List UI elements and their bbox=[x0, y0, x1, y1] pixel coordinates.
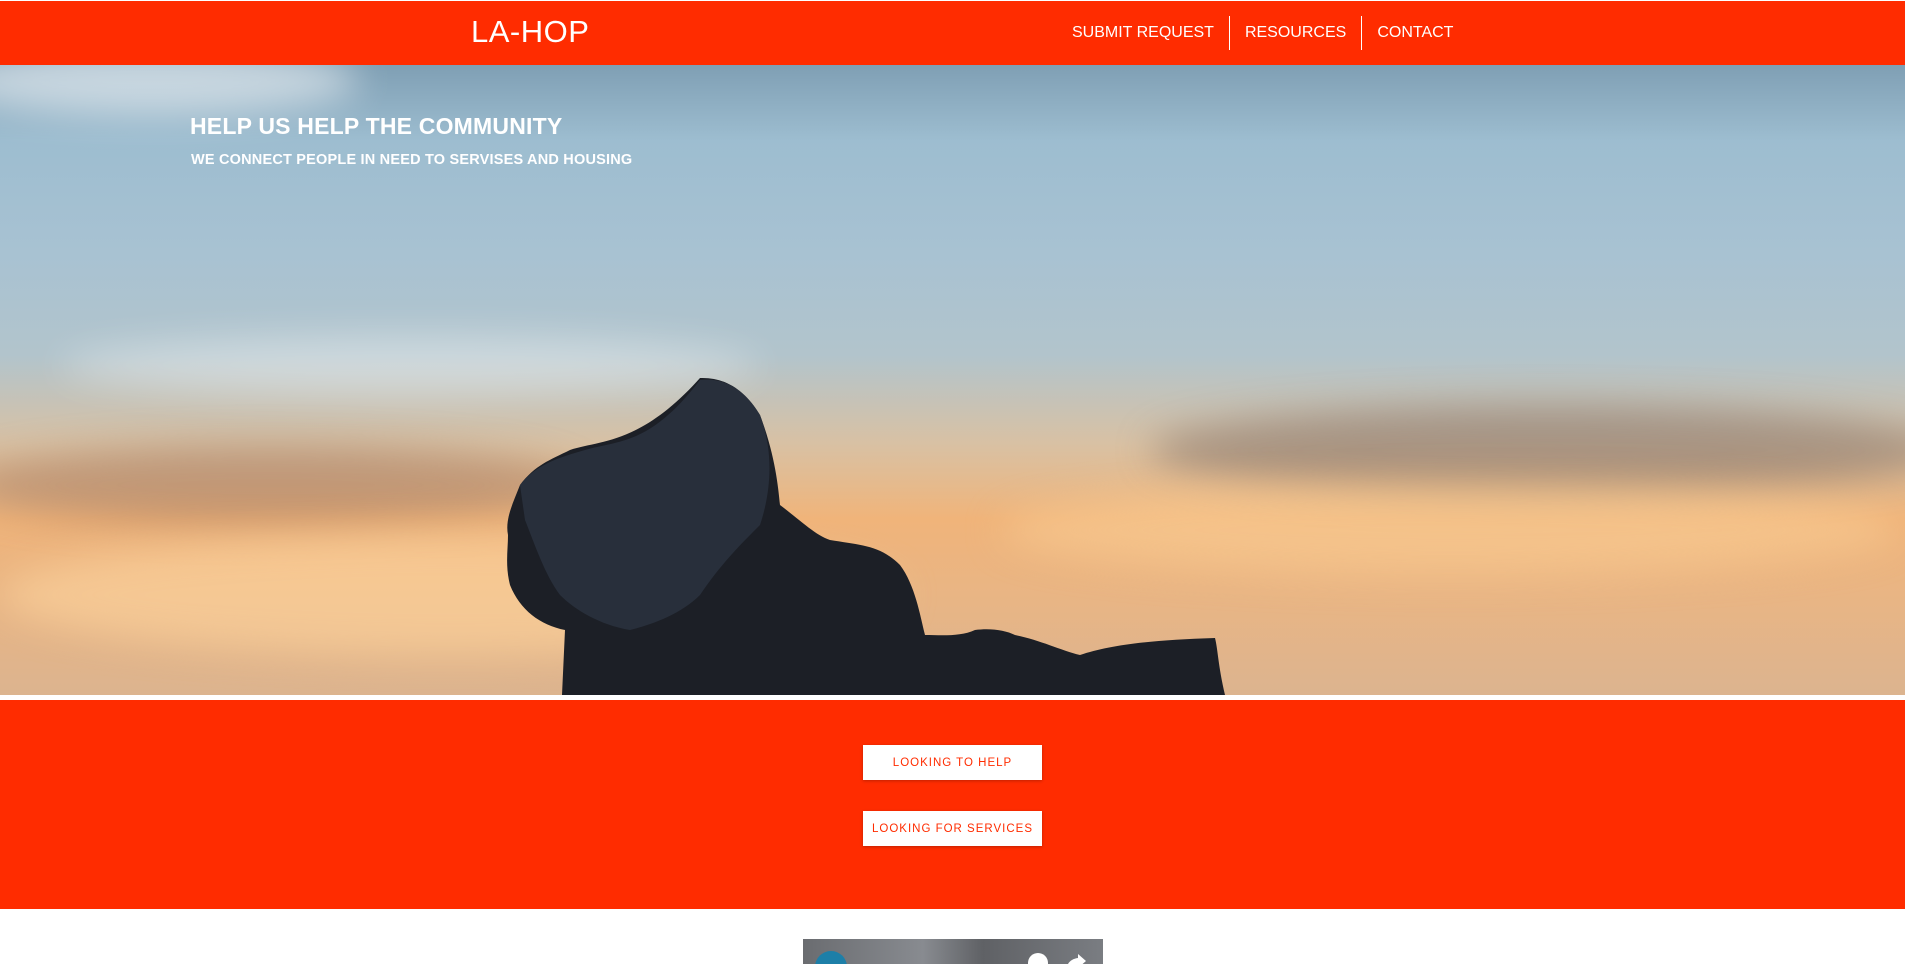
share-icon[interactable] bbox=[1065, 952, 1087, 964]
top-navigation-bar: LA-HOP SUBMIT REQUEST RESOURCES CONTACT bbox=[0, 1, 1905, 65]
nav-resources[interactable]: RESOURCES bbox=[1230, 16, 1361, 50]
call-to-action-band: LOOKING TO HELP LOOKING FOR SERVICES bbox=[0, 700, 1905, 909]
looking-to-help-button[interactable]: LOOKING TO HELP bbox=[863, 745, 1042, 780]
hero-banner: HELP US HELP THE COMMUNITY WE CONNECT PE… bbox=[0, 65, 1905, 695]
hero-subtitle: WE CONNECT PEOPLE IN NEED TO SERVISES AN… bbox=[191, 152, 633, 168]
info-icon[interactable] bbox=[1028, 953, 1048, 964]
site-logo[interactable]: LA-HOP bbox=[471, 14, 589, 50]
main-nav: SUBMIT REQUEST RESOURCES CONTACT bbox=[1057, 16, 1468, 50]
channel-avatar-icon[interactable] bbox=[815, 951, 847, 964]
nav-contact[interactable]: CONTACT bbox=[1362, 16, 1468, 50]
hero-title: HELP US HELP THE COMMUNITY bbox=[190, 113, 563, 139]
looking-for-services-button[interactable]: LOOKING FOR SERVICES bbox=[863, 811, 1042, 846]
video-embed[interactable] bbox=[803, 939, 1103, 964]
nav-submit-request[interactable]: SUBMIT REQUEST bbox=[1057, 16, 1229, 50]
